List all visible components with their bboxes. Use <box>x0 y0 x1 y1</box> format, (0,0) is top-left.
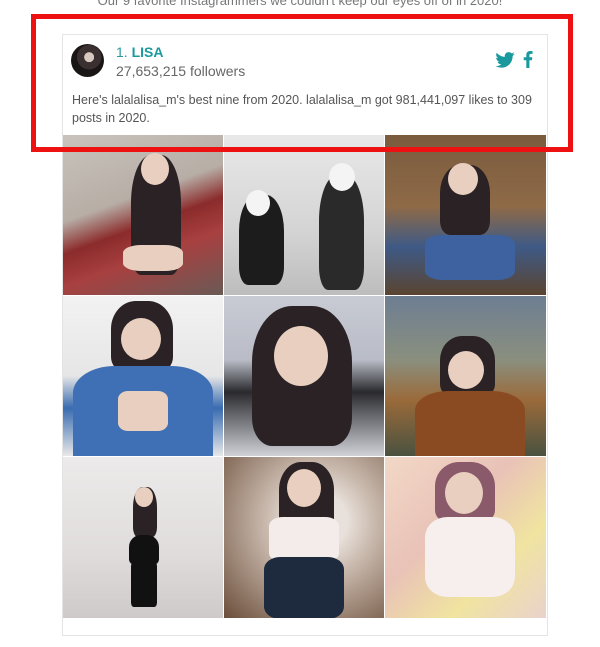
share-buttons <box>495 51 533 68</box>
photo-5[interactable] <box>224 296 385 457</box>
twitter-icon[interactable] <box>495 51 515 68</box>
photo-9[interactable] <box>385 457 547 619</box>
photo-6[interactable] <box>385 296 547 457</box>
rank-name: 1. LISA <box>116 44 163 60</box>
avatar[interactable] <box>71 44 104 77</box>
facebook-icon[interactable] <box>523 51 533 68</box>
photo-3[interactable] <box>385 135 547 296</box>
profile-description: Here's lalalalisa_m's best nine from 202… <box>72 93 532 125</box>
top-caption: Our 9 favorite Instagrammers we couldn't… <box>97 0 503 8</box>
page: Our 9 favorite Instagrammers we couldn't… <box>0 0 600 647</box>
followers-count: 27,653,215 followers <box>116 63 246 79</box>
photo-8[interactable] <box>224 457 385 619</box>
profile-card: 1. LISA 27,653,215 followers Here's lala… <box>62 34 548 636</box>
photo-2[interactable] <box>224 135 385 296</box>
card-header: 1. LISA 27,653,215 followers Here's lala… <box>63 35 547 135</box>
best-nine-grid <box>63 135 547 619</box>
rank-number: 1. <box>116 44 128 60</box>
photo-1[interactable] <box>63 135 224 296</box>
photo-7[interactable] <box>63 457 224 619</box>
photo-4[interactable] <box>63 296 224 457</box>
profile-name-link[interactable]: LISA <box>132 44 164 60</box>
